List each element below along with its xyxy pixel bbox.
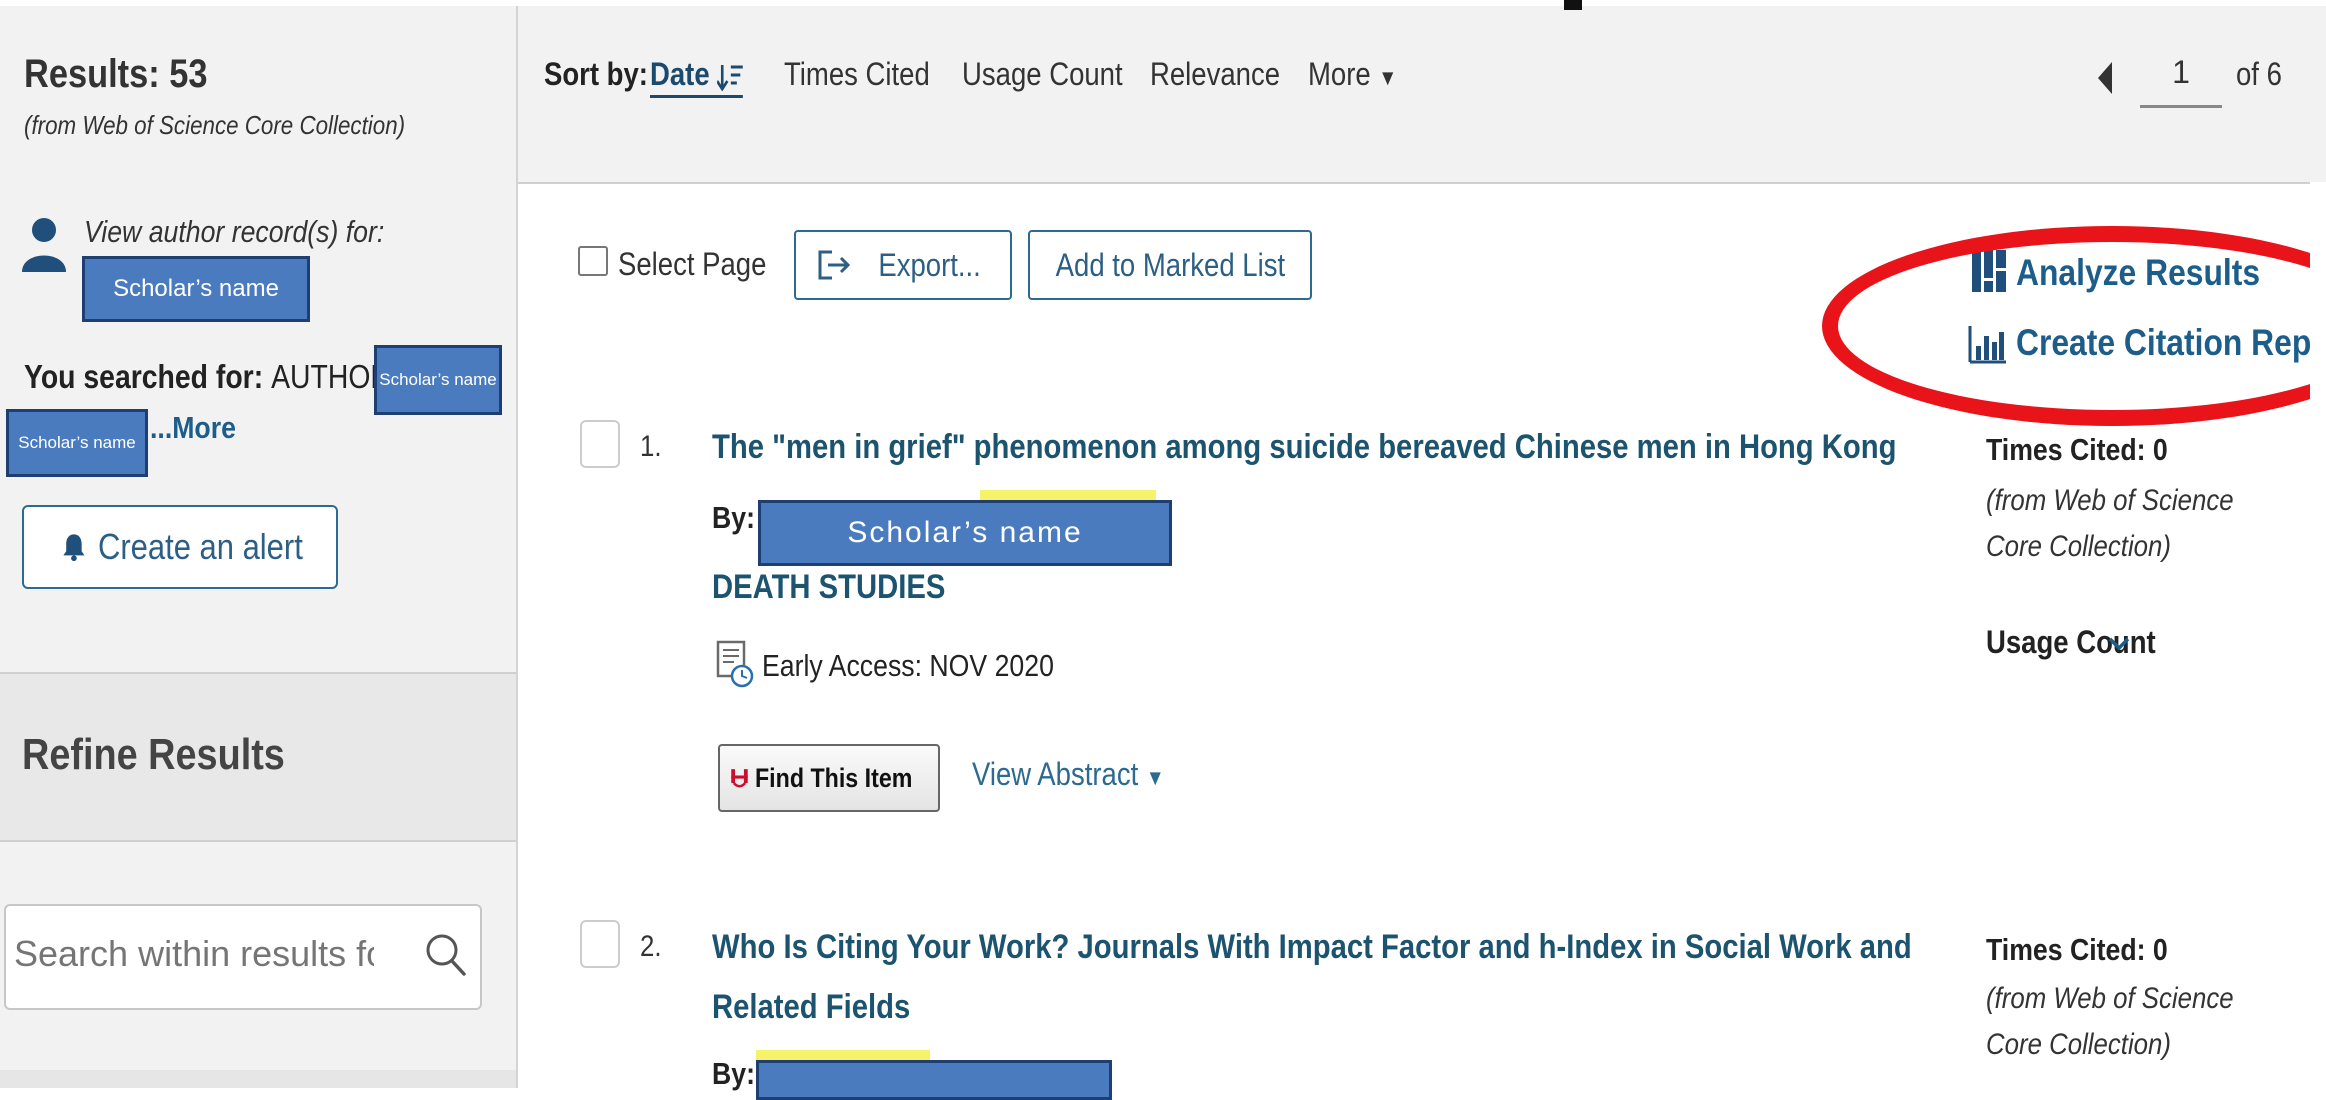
sort-usage-count[interactable]: Usage Count <box>962 56 1123 93</box>
sort-more-dropdown[interactable]: More ▼ <box>1308 56 1397 93</box>
searched-for-text: You searched for: <box>24 358 264 395</box>
page-total: of 6 <box>2236 56 2282 92</box>
chevron-down-icon[interactable] <box>2108 632 2130 654</box>
export-button[interactable]: Export... <box>794 230 1012 300</box>
export-icon <box>818 250 851 280</box>
search-icon[interactable] <box>424 932 466 976</box>
early-access-date: Early Access: NOV 2020 <box>762 648 1054 683</box>
export-label: Export... <box>878 246 982 283</box>
scholar-name-redaction[interactable]: Scholar’s name <box>82 256 310 322</box>
select-page-label: Select Page <box>618 246 767 282</box>
previous-page-icon[interactable] <box>2098 62 2112 94</box>
scholar-name-redaction: Scholar’s name <box>6 409 148 477</box>
page-number-input[interactable]: 1 <box>2140 54 2222 108</box>
record-number: 1. <box>640 430 662 463</box>
journal-link[interactable]: DEATH STUDIES <box>712 568 945 607</box>
view-author-record-label: View author record(s) for: <box>84 214 385 249</box>
times-cited-count: Times Cited: 0 <box>1986 932 2168 967</box>
add-to-marked-list-button[interactable]: Add to Marked List <box>1028 230 1312 300</box>
record-title-link[interactable]: Who Is Citing Your Work? Journals With I… <box>712 928 1912 967</box>
add-to-marked-list-label: Add to Marked List <box>1055 246 1285 283</box>
top-mark <box>1564 0 1582 10</box>
record-number: 2. <box>640 930 662 963</box>
sort-by-label: Sort by: <box>544 56 648 92</box>
sort-date[interactable]: Date <box>650 56 744 98</box>
sort-relevance[interactable]: Relevance <box>1150 56 1280 93</box>
sort-times-cited[interactable]: Times Cited <box>784 56 930 93</box>
record-checkbox[interactable] <box>580 420 620 468</box>
sort-date-label: Date <box>650 56 710 92</box>
scholar-name-redaction <box>756 1060 1112 1100</box>
record-title-link[interactable]: The "men in grief" phenomenon among suic… <box>712 428 1896 467</box>
caret-down-icon: ▼ <box>1145 765 1165 790</box>
sidebar-footer <box>0 1070 516 1088</box>
usage-count-toggle[interactable]: Usage Count <box>1986 624 2156 661</box>
record-title-link-continued[interactable]: Related Fields <box>712 988 910 1027</box>
search-within-input[interactable] <box>12 932 376 976</box>
bell-icon <box>63 534 85 562</box>
refine-results-title: Refine Results <box>22 730 285 779</box>
university-logo-icon <box>731 769 748 788</box>
by-label: By: <box>712 500 755 535</box>
sort-more-label: More <box>1308 56 1371 92</box>
create-alert-button[interactable]: Create an alert <box>22 505 338 589</box>
find-this-item-label: Find This Item <box>754 762 913 793</box>
scholar-name-redaction: Scholar’s name <box>758 500 1172 566</box>
view-abstract-label: View Abstract <box>972 756 1139 792</box>
searched-for-label: You searched for: AUTHOR: <box>24 358 399 396</box>
times-cited-source: (from Web of Science Core Collection) <box>1986 982 2234 1061</box>
top-strip <box>0 0 2326 6</box>
person-icon <box>22 218 66 272</box>
select-page-checkbox[interactable] <box>578 246 608 276</box>
right-margin <box>2310 182 2326 1088</box>
by-label: By: <box>712 1056 755 1091</box>
times-cited-source: (from Web of Science Core Collection) <box>1986 484 2234 563</box>
find-this-item-button[interactable]: Find This Item <box>718 744 940 812</box>
results-source: (from Web of Science Core Collection) <box>24 110 406 140</box>
view-abstract-toggle[interactable]: View Abstract ▼ <box>972 756 1165 793</box>
record-checkbox[interactable] <box>580 920 620 968</box>
early-access-icon <box>716 640 754 688</box>
red-highlight-circle <box>1822 226 2326 426</box>
more-link[interactable]: ...More <box>150 410 236 446</box>
create-alert-label: Create an alert <box>97 526 303 567</box>
times-cited-count: Times Cited: 0 <box>1986 432 2168 467</box>
caret-down-icon: ▼ <box>1378 65 1398 90</box>
results-count: Results: 53 <box>24 52 208 96</box>
scholar-name-redaction: Scholar’s name <box>374 345 502 415</box>
sort-descending-icon <box>716 64 744 92</box>
